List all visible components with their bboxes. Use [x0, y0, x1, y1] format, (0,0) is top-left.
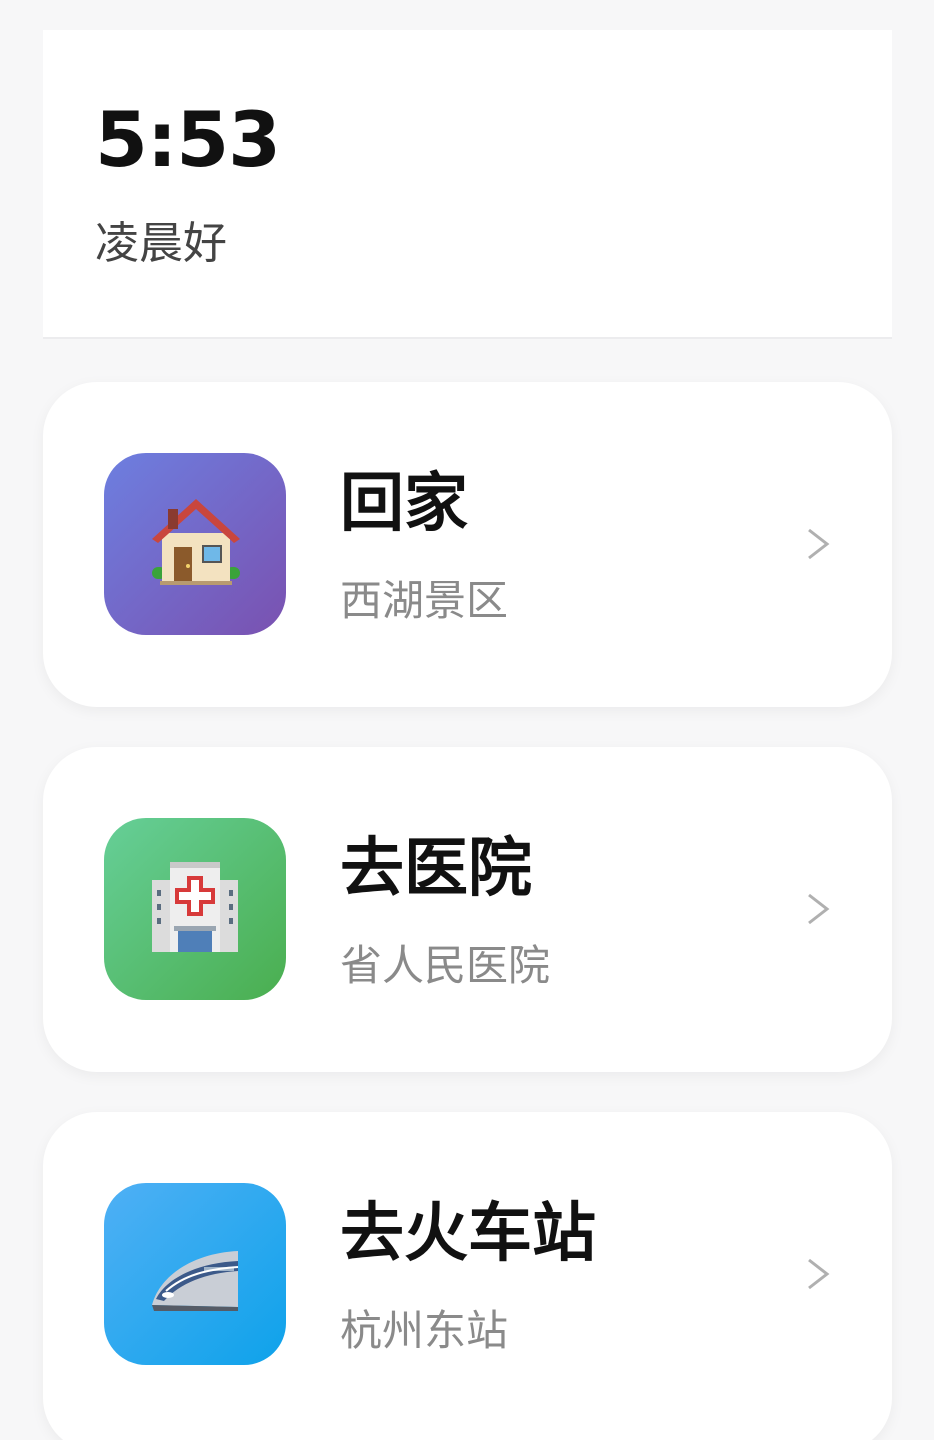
destination-card-home[interactable]: 回家 西湖景区	[43, 382, 892, 707]
greeting-header: 5:53 凌晨好	[43, 30, 892, 339]
destination-title: 去火车站	[340, 1197, 596, 1271]
high-speed-train-icon	[152, 1251, 239, 1311]
train-icon-tile	[104, 1183, 286, 1365]
clock-time: 5:53	[95, 95, 281, 184]
page: 5:53 凌晨好 回家 西湖景区 去医院 省人民医院 去火车站 杭州东站	[0, 0, 934, 1440]
destination-subtitle: 杭州东站	[340, 1306, 509, 1355]
greeting-text: 凌晨好	[95, 218, 227, 269]
destination-card-hospital[interactable]: 去医院 省人民医院	[43, 747, 892, 1072]
destination-title: 回家	[340, 467, 468, 541]
hospital-icon	[152, 862, 238, 952]
destination-card-train-station[interactable]: 去火车站 杭州东站	[43, 1112, 892, 1440]
chevron-right-icon	[808, 1258, 830, 1290]
house-icon	[152, 499, 240, 585]
home-icon-tile	[104, 453, 286, 635]
destination-subtitle: 西湖景区	[340, 576, 509, 625]
hospital-icon-tile	[104, 818, 286, 1000]
destination-title: 去医院	[340, 832, 532, 906]
chevron-right-icon	[808, 893, 830, 925]
chevron-right-icon	[808, 528, 830, 560]
destination-subtitle: 省人民医院	[340, 941, 551, 990]
